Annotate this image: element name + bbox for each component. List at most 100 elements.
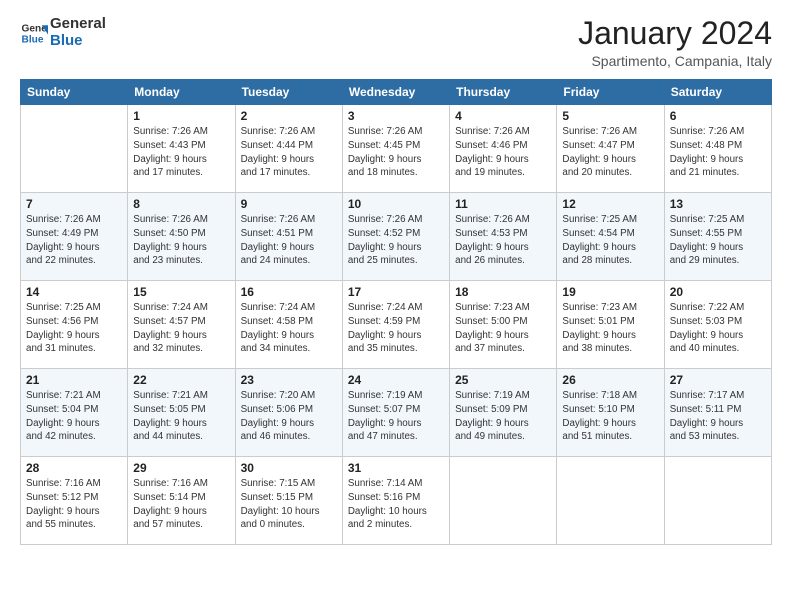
calendar-day-cell: 26Sunrise: 7:18 AMSunset: 5:10 PMDayligh… — [557, 369, 664, 457]
day-info: Sunrise: 7:15 AMSunset: 5:15 PMDaylight:… — [241, 477, 337, 532]
day-info: Sunrise: 7:25 AMSunset: 4:55 PMDaylight:… — [670, 213, 766, 268]
svg-text:Blue: Blue — [22, 34, 44, 45]
calendar-day-cell: 27Sunrise: 7:17 AMSunset: 5:11 PMDayligh… — [664, 369, 771, 457]
day-info: Sunrise: 7:26 AMSunset: 4:43 PMDaylight:… — [133, 125, 229, 180]
weekday-header-row: SundayMondayTuesdayWednesdayThursdayFrid… — [21, 80, 772, 105]
day-info: Sunrise: 7:24 AMSunset: 4:58 PMDaylight:… — [241, 301, 337, 356]
day-info: Sunrise: 7:21 AMSunset: 5:04 PMDaylight:… — [26, 389, 122, 444]
day-info: Sunrise: 7:26 AMSunset: 4:48 PMDaylight:… — [670, 125, 766, 180]
logo-line1: General — [50, 16, 106, 33]
calendar-day-cell — [557, 457, 664, 545]
calendar-table: SundayMondayTuesdayWednesdayThursdayFrid… — [20, 79, 772, 545]
calendar-day-cell: 25 Sunrise: 7:19 AMSunset: 5:09 PMDayligh… — [450, 369, 557, 457]
calendar-day-cell: 22Sunrise: 7:21 AMSunset: 5:05 PMDayligh… — [128, 369, 235, 457]
calendar-day-cell — [450, 457, 557, 545]
day-number: 13 — [670, 197, 766, 211]
logo-line2: Blue — [50, 33, 106, 50]
calendar-day-cell: 5 Sunrise: 7:26 AMSunset: 4:47 PMDaylight… — [557, 105, 664, 193]
day-number: 23 — [241, 373, 337, 387]
day-number: 4 — [455, 109, 551, 123]
title-block: January 2024 Spartimento, Campania, Ital… — [578, 16, 772, 69]
calendar-day-cell: 6 Sunrise: 7:26 AMSunset: 4:48 PMDaylight… — [664, 105, 771, 193]
day-info: Sunrise: 7:19 AMSunset: 5:09 PMDaylight:… — [455, 389, 551, 444]
calendar-day-cell: 4 Sunrise: 7:26 AMSunset: 4:46 PMDaylight… — [450, 105, 557, 193]
calendar-day-cell: 1 Sunrise: 7:26 AMSunset: 4:43 PMDaylight… — [128, 105, 235, 193]
day-number: 31 — [348, 461, 444, 475]
day-number: 16 — [241, 285, 337, 299]
day-number: 12 — [562, 197, 658, 211]
weekday-header: Tuesday — [235, 80, 342, 105]
calendar-day-cell: 23 Sunrise: 7:20 AMSunset: 5:06 PMDayligh… — [235, 369, 342, 457]
svg-text:General: General — [22, 23, 48, 34]
day-number: 1 — [133, 109, 229, 123]
day-info: Sunrise: 7:26 AMSunset: 4:46 PMDaylight:… — [455, 125, 551, 180]
day-number: 29 — [133, 461, 229, 475]
day-number: 30 — [241, 461, 337, 475]
day-info: Sunrise: 7:14 AMSunset: 5:16 PMDaylight:… — [348, 477, 444, 532]
day-number: 15 — [133, 285, 229, 299]
day-info: Sunrise: 7:18 AMSunset: 5:10 PMDaylight:… — [562, 389, 658, 444]
calendar-day-cell: 16 Sunrise: 7:24 AMSunset: 4:58 PMDayligh… — [235, 281, 342, 369]
calendar-day-cell: 3 Sunrise: 7:26 AMSunset: 4:45 PMDaylight… — [342, 105, 449, 193]
day-info: Sunrise: 7:23 AMSunset: 5:00 PMDaylight:… — [455, 301, 551, 356]
day-info: Sunrise: 7:16 AMSunset: 5:14 PMDaylight:… — [133, 477, 229, 532]
day-info: Sunrise: 7:21 AMSunset: 5:05 PMDaylight:… — [133, 389, 229, 444]
calendar-day-cell: 21 Sunrise: 7:21 AMSunset: 5:04 PMDayligh… — [21, 369, 128, 457]
calendar-week-row: 28Sunrise: 7:16 AMSunset: 5:12 PMDayligh… — [21, 457, 772, 545]
day-info: Sunrise: 7:24 AMSunset: 4:59 PMDaylight:… — [348, 301, 444, 356]
day-number: 2 — [241, 109, 337, 123]
calendar-day-cell: 31 Sunrise: 7:14 AMSunset: 5:16 PMDayligh… — [342, 457, 449, 545]
day-number: 25 — [455, 373, 551, 387]
day-info: Sunrise: 7:22 AMSunset: 5:03 PMDaylight:… — [670, 301, 766, 356]
calendar-day-cell: 24Sunrise: 7:19 AMSunset: 5:07 PMDayligh… — [342, 369, 449, 457]
calendar-day-cell: 14Sunrise: 7:25 AMSunset: 4:56 PMDayligh… — [21, 281, 128, 369]
day-info: Sunrise: 7:20 AMSunset: 5:06 PMDaylight:… — [241, 389, 337, 444]
calendar-day-cell: 12 Sunrise: 7:25 AMSunset: 4:54 PMDayligh… — [557, 193, 664, 281]
calendar-day-cell: 30 Sunrise: 7:15 AMSunset: 5:15 PMDayligh… — [235, 457, 342, 545]
day-number: 28 — [26, 461, 122, 475]
calendar-day-cell: 28Sunrise: 7:16 AMSunset: 5:12 PMDayligh… — [21, 457, 128, 545]
day-number: 20 — [670, 285, 766, 299]
page: General Blue General Blue January 2024 S… — [0, 0, 792, 612]
day-number: 10 — [348, 197, 444, 211]
calendar-day-cell: 8 Sunrise: 7:26 AMSunset: 4:50 PMDaylight… — [128, 193, 235, 281]
day-info: Sunrise: 7:26 AMSunset: 4:53 PMDaylight:… — [455, 213, 551, 268]
subtitle: Spartimento, Campania, Italy — [578, 53, 772, 69]
day-info: Sunrise: 7:26 AMSunset: 4:51 PMDaylight:… — [241, 213, 337, 268]
weekday-header: Thursday — [450, 80, 557, 105]
day-info: Sunrise: 7:26 AMSunset: 4:45 PMDaylight:… — [348, 125, 444, 180]
calendar-day-cell: 17Sunrise: 7:24 AMSunset: 4:59 PMDayligh… — [342, 281, 449, 369]
calendar-day-cell: 11 Sunrise: 7:26 AMSunset: 4:53 PMDayligh… — [450, 193, 557, 281]
day-number: 18 — [455, 285, 551, 299]
day-number: 9 — [241, 197, 337, 211]
calendar-day-cell: 20 Sunrise: 7:22 AMSunset: 5:03 PMDayligh… — [664, 281, 771, 369]
day-info: Sunrise: 7:26 AMSunset: 4:47 PMDaylight:… — [562, 125, 658, 180]
day-number: 8 — [133, 197, 229, 211]
calendar-day-cell: 10 Sunrise: 7:26 AMSunset: 4:52 PMDayligh… — [342, 193, 449, 281]
month-title: January 2024 — [578, 16, 772, 51]
calendar-day-cell: 13 Sunrise: 7:25 AMSunset: 4:55 PMDayligh… — [664, 193, 771, 281]
calendar-day-cell: 9 Sunrise: 7:26 AMSunset: 4:51 PMDaylight… — [235, 193, 342, 281]
day-info: Sunrise: 7:25 AMSunset: 4:54 PMDaylight:… — [562, 213, 658, 268]
day-number: 11 — [455, 197, 551, 211]
day-number: 5 — [562, 109, 658, 123]
day-number: 24 — [348, 373, 444, 387]
day-number: 6 — [670, 109, 766, 123]
day-number: 21 — [26, 373, 122, 387]
day-info: Sunrise: 7:25 AMSunset: 4:56 PMDaylight:… — [26, 301, 122, 356]
day-info: Sunrise: 7:26 AMSunset: 4:52 PMDaylight:… — [348, 213, 444, 268]
day-info: Sunrise: 7:26 AMSunset: 4:50 PMDaylight:… — [133, 213, 229, 268]
calendar-day-cell: 19Sunrise: 7:23 AMSunset: 5:01 PMDayligh… — [557, 281, 664, 369]
calendar-day-cell: 29 Sunrise: 7:16 AMSunset: 5:14 PMDayligh… — [128, 457, 235, 545]
header: General Blue General Blue January 2024 S… — [20, 16, 772, 69]
logo: General Blue General Blue — [20, 16, 106, 49]
calendar-day-cell — [664, 457, 771, 545]
logo-icon: General Blue — [20, 19, 48, 47]
calendar-week-row: 21 Sunrise: 7:21 AMSunset: 5:04 PMDayligh… — [21, 369, 772, 457]
day-number: 27 — [670, 373, 766, 387]
day-info: Sunrise: 7:24 AMSunset: 4:57 PMDaylight:… — [133, 301, 229, 356]
day-number: 3 — [348, 109, 444, 123]
day-info: Sunrise: 7:26 AMSunset: 4:49 PMDaylight:… — [26, 213, 122, 268]
calendar-week-row: 1 Sunrise: 7:26 AMSunset: 4:43 PMDaylight… — [21, 105, 772, 193]
calendar-day-cell: 18 Sunrise: 7:23 AMSunset: 5:00 PMDayligh… — [450, 281, 557, 369]
